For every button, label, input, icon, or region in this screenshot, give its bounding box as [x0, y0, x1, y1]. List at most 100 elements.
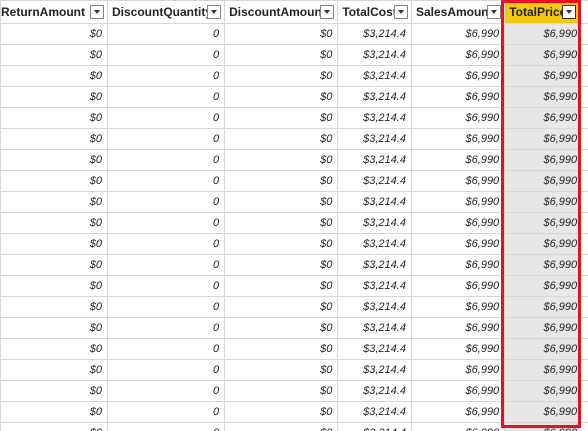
chevron-down-icon[interactable]: [90, 5, 104, 19]
col-total-cost-cell[interactable]: $3,214.4: [337, 191, 412, 213]
col-total-price-cell[interactable]: $6,990: [504, 422, 581, 431]
col-discount-amount-cell[interactable]: $0: [224, 191, 339, 213]
col-discount-quantity-cell[interactable]: 0: [106, 275, 226, 297]
col-return-amount-cell[interactable]: $0: [0, 317, 108, 339]
col-discount-quantity-cell[interactable]: 0: [106, 23, 226, 45]
col-total-price-cell[interactable]: $6,990: [504, 275, 581, 297]
col-total-cost-cell[interactable]: $3,214.4: [337, 338, 412, 360]
col-total-price-cell[interactable]: $6,990: [504, 170, 581, 192]
col-discount-amount-cell[interactable]: $0: [224, 233, 339, 255]
col-total-cost-header[interactable]: TotalCost: [337, 0, 412, 24]
col-discount-amount-cell[interactable]: $0: [224, 212, 339, 234]
col-return-amount-cell[interactable]: $0: [0, 212, 108, 234]
col-discount-amount-cell[interactable]: $0: [224, 401, 339, 423]
col-total-price-cell[interactable]: $6,990: [504, 128, 581, 150]
col-total-price-cell[interactable]: $6,990: [504, 233, 581, 255]
col-discount-quantity-cell[interactable]: 0: [106, 170, 226, 192]
col-discount-amount-cell[interactable]: $0: [224, 254, 339, 276]
col-sales-amount-header[interactable]: SalesAmount: [410, 0, 506, 24]
col-discount-quantity-cell[interactable]: 0: [106, 65, 226, 87]
col-return-amount-cell[interactable]: $0: [0, 359, 108, 381]
col-total-price-cell[interactable]: $6,990: [504, 254, 581, 276]
col-return-amount-cell[interactable]: $0: [0, 23, 108, 45]
col-total-price-cell[interactable]: $6,990: [504, 359, 581, 381]
col-total-cost-cell[interactable]: $3,214.4: [337, 128, 412, 150]
col-total-cost-cell[interactable]: $3,214.4: [337, 254, 412, 276]
col-sales-amount-cell[interactable]: $6,990: [410, 233, 506, 255]
col-sales-amount-cell[interactable]: $6,990: [410, 296, 506, 318]
col-discount-quantity-cell[interactable]: 0: [106, 380, 226, 402]
col-discount-amount-cell[interactable]: $0: [224, 422, 339, 431]
col-total-cost-cell[interactable]: $3,214.4: [337, 317, 412, 339]
col-discount-amount-cell[interactable]: $0: [224, 359, 339, 381]
col-discount-amount-cell[interactable]: $0: [224, 86, 339, 108]
col-sales-amount-cell[interactable]: $6,990: [410, 23, 506, 45]
col-total-price-cell[interactable]: $6,990: [504, 149, 581, 171]
col-discount-amount-cell[interactable]: $0: [224, 23, 339, 45]
col-total-price-cell[interactable]: $6,990: [504, 296, 581, 318]
chevron-down-icon[interactable]: [487, 5, 502, 19]
col-return-amount-cell[interactable]: $0: [0, 401, 108, 423]
col-discount-quantity-cell[interactable]: 0: [106, 191, 226, 213]
col-sales-amount-cell[interactable]: $6,990: [410, 380, 506, 402]
col-sales-amount-cell[interactable]: $6,990: [410, 317, 506, 339]
col-total-cost-cell[interactable]: $3,214.4: [337, 401, 412, 423]
col-total-price-cell[interactable]: $6,990: [504, 380, 581, 402]
col-total-cost-cell[interactable]: $3,214.4: [337, 65, 412, 87]
col-sales-amount-cell[interactable]: $6,990: [410, 275, 506, 297]
col-total-price-header[interactable]: TotalPrice: [504, 0, 581, 24]
col-discount-amount-cell[interactable]: $0: [224, 338, 339, 360]
col-sales-amount-cell[interactable]: $6,990: [410, 422, 506, 431]
col-sales-amount-cell[interactable]: $6,990: [410, 170, 506, 192]
col-discount-quantity-cell[interactable]: 0: [106, 401, 226, 423]
col-sales-amount-cell[interactable]: $6,990: [410, 65, 506, 87]
col-return-amount-cell[interactable]: $0: [0, 86, 108, 108]
col-sales-amount-cell[interactable]: $6,990: [410, 149, 506, 171]
col-discount-amount-cell[interactable]: $0: [224, 380, 339, 402]
col-total-cost-cell[interactable]: $3,214.4: [337, 233, 412, 255]
col-total-cost-cell[interactable]: $3,214.4: [337, 296, 412, 318]
col-total-cost-cell[interactable]: $3,214.4: [337, 422, 412, 431]
col-total-cost-cell[interactable]: $3,214.4: [337, 170, 412, 192]
col-discount-quantity-cell[interactable]: 0: [106, 296, 226, 318]
col-total-price-cell[interactable]: $6,990: [504, 401, 581, 423]
col-sales-amount-cell[interactable]: $6,990: [410, 212, 506, 234]
col-discount-quantity-cell[interactable]: 0: [106, 359, 226, 381]
chevron-down-icon[interactable]: [393, 5, 408, 19]
col-discount-quantity-cell[interactable]: 0: [106, 44, 226, 66]
col-return-amount-cell[interactable]: $0: [0, 149, 108, 171]
chevron-down-icon[interactable]: [207, 5, 222, 19]
col-discount-quantity-cell[interactable]: 0: [106, 338, 226, 360]
col-total-cost-cell[interactable]: $3,214.4: [337, 212, 412, 234]
col-sales-amount-cell[interactable]: $6,990: [410, 359, 506, 381]
col-return-amount-header[interactable]: ReturnAmount: [0, 0, 108, 24]
col-discount-amount-cell[interactable]: $0: [224, 317, 339, 339]
col-discount-quantity-cell[interactable]: 0: [106, 107, 226, 129]
col-total-price-cell[interactable]: $6,990: [504, 44, 581, 66]
col-return-amount-cell[interactable]: $0: [0, 65, 108, 87]
col-total-cost-cell[interactable]: $3,214.4: [337, 44, 412, 66]
col-return-amount-cell[interactable]: $0: [0, 422, 108, 431]
col-discount-quantity-cell[interactable]: 0: [106, 128, 226, 150]
col-total-cost-cell[interactable]: $3,214.4: [337, 149, 412, 171]
col-discount-amount-cell[interactable]: $0: [224, 44, 339, 66]
col-return-amount-cell[interactable]: $0: [0, 338, 108, 360]
col-sales-amount-cell[interactable]: $6,990: [410, 128, 506, 150]
col-discount-amount-cell[interactable]: $0: [224, 107, 339, 129]
col-total-price-cell[interactable]: $6,990: [504, 23, 581, 45]
col-discount-quantity-cell[interactable]: 0: [106, 317, 226, 339]
col-return-amount-cell[interactable]: $0: [0, 296, 108, 318]
col-total-cost-cell[interactable]: $3,214.4: [337, 107, 412, 129]
col-discount-amount-cell[interactable]: $0: [224, 170, 339, 192]
col-sales-amount-cell[interactable]: $6,990: [410, 107, 506, 129]
col-discount-amount-cell[interactable]: $0: [224, 128, 339, 150]
col-total-cost-cell[interactable]: $3,214.4: [337, 23, 412, 45]
col-total-price-cell[interactable]: $6,990: [504, 212, 581, 234]
col-total-price-cell[interactable]: $6,990: [504, 338, 581, 360]
col-total-cost-cell[interactable]: $3,214.4: [337, 359, 412, 381]
chevron-down-icon[interactable]: [320, 5, 335, 19]
col-discount-amount-cell[interactable]: $0: [224, 296, 339, 318]
col-sales-amount-cell[interactable]: $6,990: [410, 44, 506, 66]
col-return-amount-cell[interactable]: $0: [0, 233, 108, 255]
col-discount-quantity-header[interactable]: DiscountQuantity: [106, 0, 226, 24]
